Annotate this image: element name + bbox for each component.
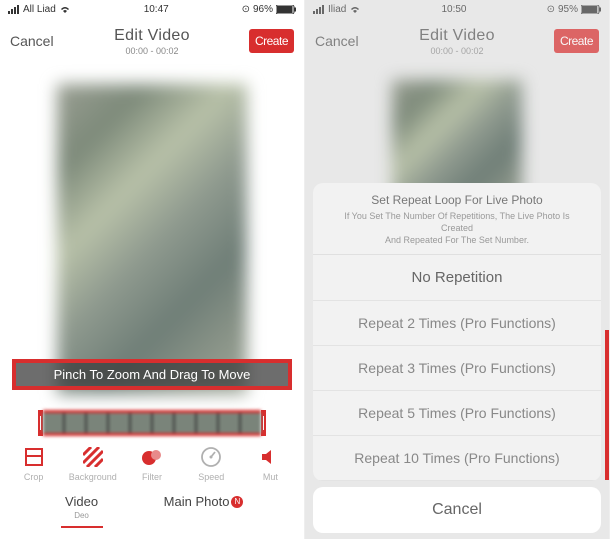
background-tool[interactable]: Background xyxy=(63,446,122,482)
repeat-option-none[interactable]: No Repetition xyxy=(313,255,601,301)
right-screenshot: Iliad 10:50 ⊙ 95% Cancel Edit Video 00:0… xyxy=(305,0,610,539)
battery-icon xyxy=(276,5,296,14)
filter-tool[interactable]: Filter xyxy=(122,446,181,482)
timeline-track[interactable] xyxy=(43,410,261,436)
battery-percent: 95% xyxy=(558,4,578,15)
signal-icon xyxy=(313,5,325,14)
tool-label: Mut xyxy=(263,472,278,482)
signal-icon xyxy=(8,5,20,14)
sheet-desc-line: And Repeated For The Set Number. xyxy=(385,235,529,245)
battery-icon xyxy=(581,5,601,14)
crop-icon xyxy=(23,446,45,468)
left-screenshot: All Liad 10:47 ⊙ 96% Cancel Edit Video 0… xyxy=(0,0,305,539)
tab-label: Video xyxy=(65,494,98,509)
sheet-header: Set Repeat Loop For Live Photo If You Se… xyxy=(313,183,601,255)
tool-label: Crop xyxy=(24,472,44,482)
wifi-icon xyxy=(349,5,361,14)
status-time: 10:47 xyxy=(144,4,169,15)
nav-title-group: Edit Video 00:00 - 00:02 xyxy=(114,27,190,56)
sheet-cancel-button[interactable]: Cancel xyxy=(313,487,601,533)
repeat-option-3[interactable]: Repeat 3 Times (Pro Functions) xyxy=(313,346,601,391)
alarm-icon: ⊙ xyxy=(242,4,250,15)
new-badge: N xyxy=(231,496,243,508)
tool-label: Background xyxy=(69,472,117,482)
speedometer-icon xyxy=(200,446,222,468)
nav-bar: Cancel Edit Video 00:00 - 00:02 Create xyxy=(0,18,304,64)
preview-frame[interactable] xyxy=(57,84,247,394)
wifi-icon xyxy=(59,5,71,14)
tab-main-photo[interactable]: Main Photo N xyxy=(164,494,244,528)
battery-percent: 96% xyxy=(253,4,273,15)
instruction-overlay: Pinch To Zoom And Drag To Move xyxy=(12,359,292,390)
crop-tool[interactable]: Crop xyxy=(4,446,63,482)
page-title: Edit Video xyxy=(419,27,495,45)
speaker-icon xyxy=(259,446,281,468)
video-preview[interactable]: Pinch To Zoom And Drag To Move xyxy=(0,64,304,404)
time-range: 00:00 - 00:02 xyxy=(419,46,495,56)
page-title: Edit Video xyxy=(114,27,190,45)
toolbar: Crop Background Filter Speed Mut xyxy=(0,440,304,484)
nav-title-group: Edit Video 00:00 - 00:02 xyxy=(419,27,495,56)
tab-underline xyxy=(61,526,103,528)
speed-tool[interactable]: Speed xyxy=(182,446,241,482)
tab-label: Main Photo xyxy=(164,494,230,509)
tab-video[interactable]: Video Deo xyxy=(61,494,103,528)
create-button[interactable]: Create xyxy=(554,29,599,53)
cancel-button[interactable]: Cancel xyxy=(315,33,359,49)
repeat-action-sheet: Set Repeat Loop For Live Photo If You Se… xyxy=(313,183,601,533)
status-bar: All Liad 10:47 ⊙ 96% xyxy=(0,0,304,18)
sheet-description: If You Set The Number Of Repetitions, Th… xyxy=(331,210,583,246)
carrier-label: All Liad xyxy=(23,4,56,15)
overlap-circles-icon xyxy=(141,446,163,468)
repeat-option-5[interactable]: Repeat 5 Times (Pro Functions) xyxy=(313,391,601,436)
carrier-label: Iliad xyxy=(328,4,346,15)
nav-bar: Cancel Edit Video 00:00 - 00:02 Create xyxy=(305,18,609,64)
alarm-icon: ⊙ xyxy=(547,4,555,15)
tool-label: Speed xyxy=(198,472,224,482)
bottom-tabs: Video Deo Main Photo N xyxy=(0,484,304,534)
side-highlight xyxy=(605,330,609,480)
timeline-handle-right[interactable] xyxy=(261,410,266,436)
sheet-desc-line: If You Set The Number Of Repetitions, Th… xyxy=(344,211,569,233)
tab-sublabel: Deo xyxy=(74,511,89,520)
create-button[interactable]: Create xyxy=(249,29,294,53)
repeat-option-2[interactable]: Repeat 2 Times (Pro Functions) xyxy=(313,301,601,346)
time-range: 00:00 - 00:02 xyxy=(114,46,190,56)
status-bar: Iliad 10:50 ⊙ 95% xyxy=(305,0,609,18)
sheet-title: Set Repeat Loop For Live Photo xyxy=(331,193,583,207)
mute-tool[interactable]: Mut xyxy=(241,446,300,482)
timeline[interactable] xyxy=(0,404,304,440)
repeat-option-10[interactable]: Repeat 10 Times (Pro Functions) xyxy=(313,436,601,481)
sheet-body: Set Repeat Loop For Live Photo If You Se… xyxy=(313,183,601,481)
status-time: 10:50 xyxy=(441,4,466,15)
cancel-button[interactable]: Cancel xyxy=(10,33,54,49)
diagonal-lines-icon xyxy=(82,446,104,468)
tool-label: Filter xyxy=(142,472,162,482)
